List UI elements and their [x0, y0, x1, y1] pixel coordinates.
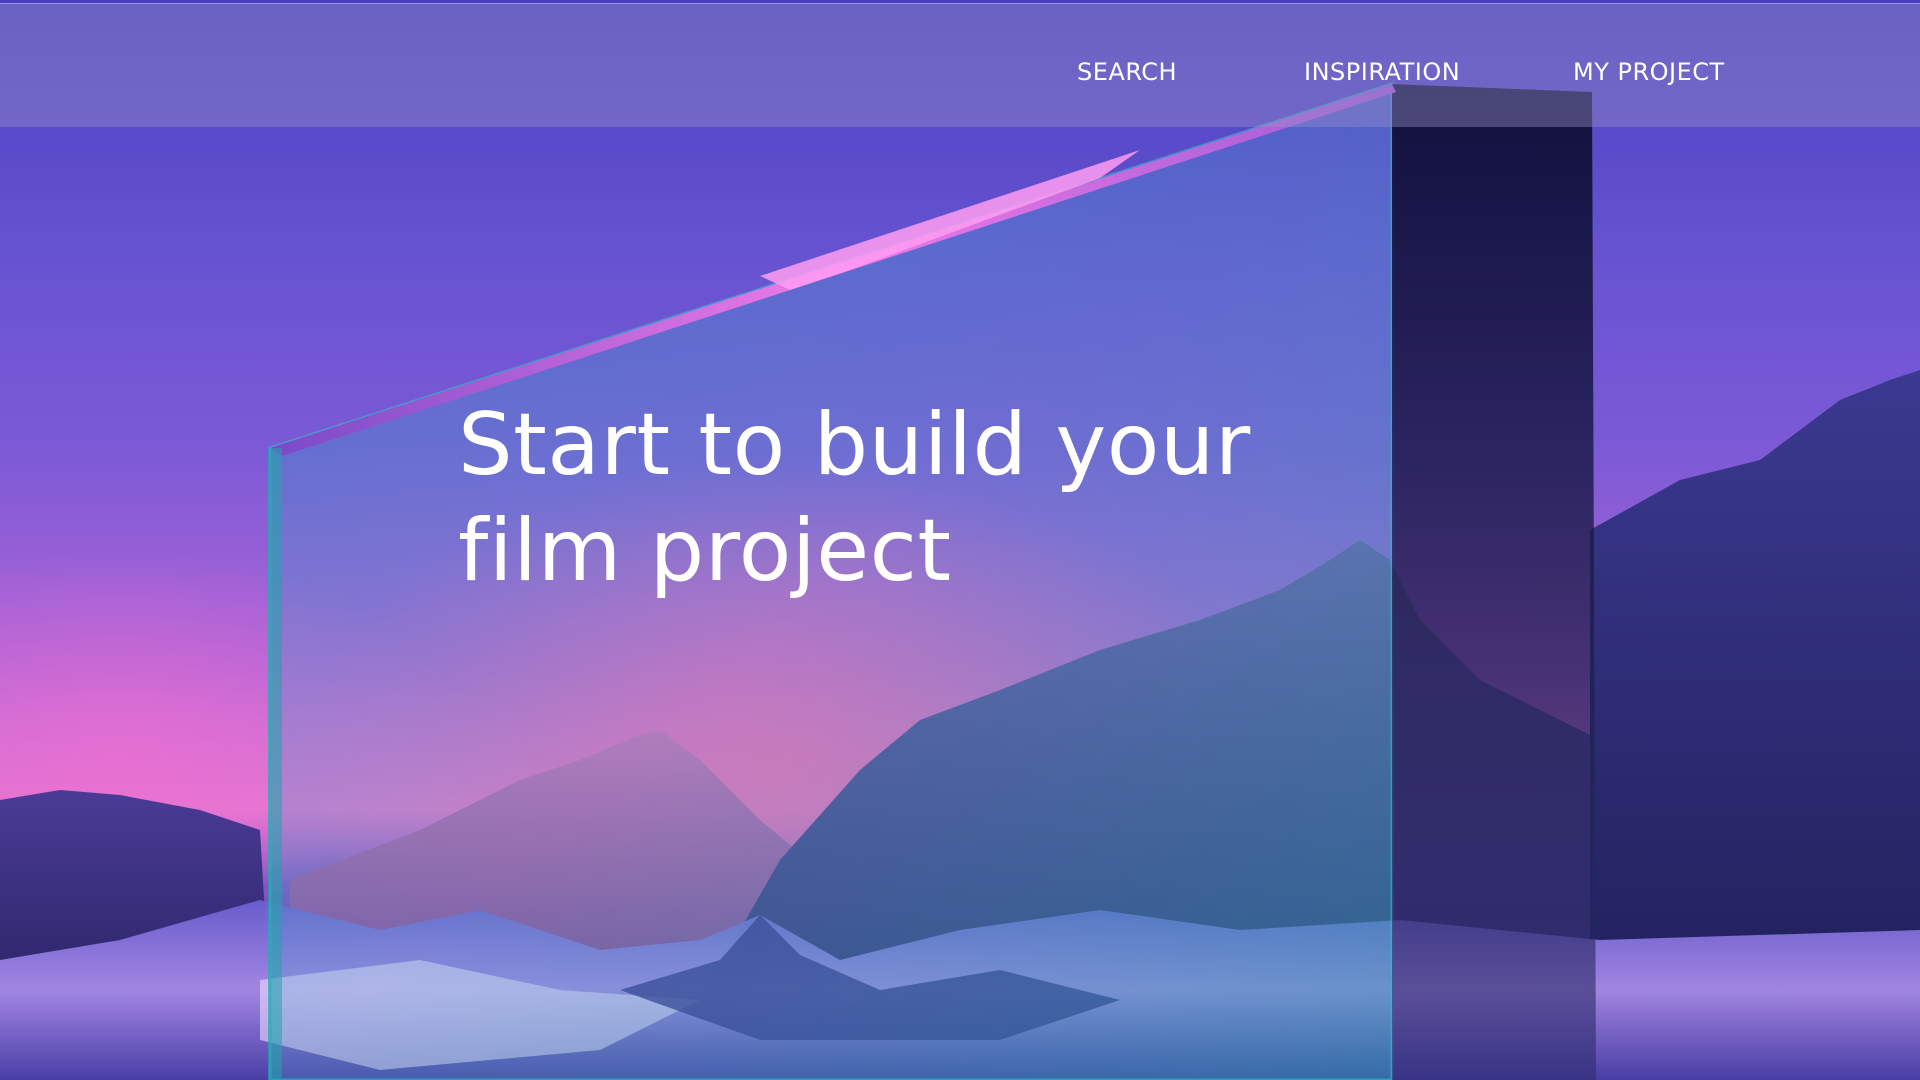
landing-page: SEARCH INSPIRATION MY PROJECT Start to b…	[0, 0, 1920, 1080]
nav-link-inspiration[interactable]: INSPIRATION	[1304, 58, 1460, 86]
hero-title-line-1: Start to build your	[458, 395, 1251, 495]
nav-link-my-project[interactable]: MY PROJECT	[1573, 58, 1725, 86]
hero-title: Start to build your film project	[458, 392, 1358, 604]
nav-link-search[interactable]: SEARCH	[1077, 58, 1177, 86]
glass-monolith-side	[1392, 84, 1596, 1080]
top-navbar: SEARCH INSPIRATION MY PROJECT	[0, 3, 1920, 127]
glass-left-edge	[268, 448, 282, 1080]
hero-title-line-2: film project	[458, 501, 952, 601]
